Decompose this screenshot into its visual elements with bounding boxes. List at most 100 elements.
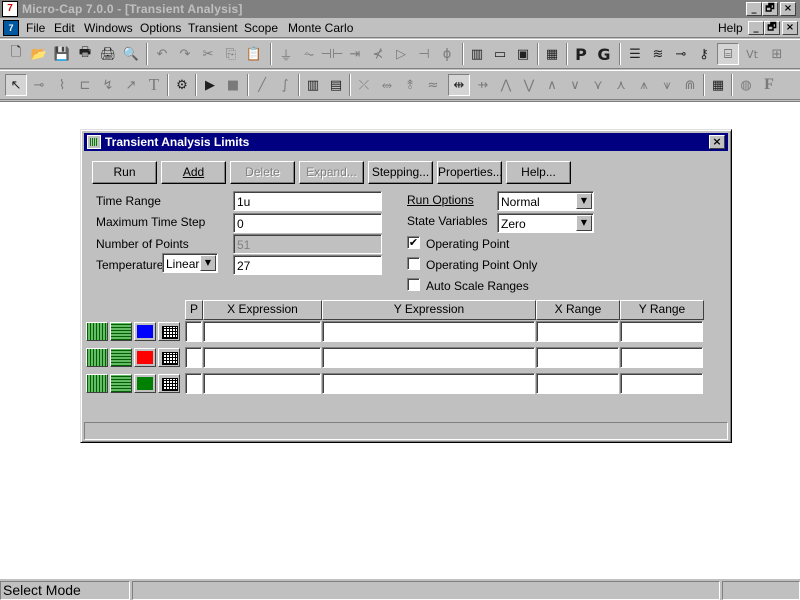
source-icon[interactable]: ɸ [436,43,458,65]
row2-y-range-cell[interactable] [620,347,703,368]
close-button[interactable]: × [780,2,796,16]
expand-button[interactable]: Expand... [299,161,364,184]
wire-mode-icon[interactable]: ⌇ [51,74,73,96]
doc-close-button[interactable]: × [782,21,798,35]
list-icon[interactable]: ☰ [624,43,646,65]
menu-scope[interactable]: Scope [244,21,278,35]
printer-icon[interactable]: 🖨 [97,43,119,65]
row3-x-expression-cell[interactable] [203,373,321,394]
operating-point-only-checkbox[interactable] [407,257,420,270]
header-y-range[interactable]: Y Range [620,300,704,320]
row1-p-cell[interactable] [185,321,202,342]
tool5-icon[interactable]: ⇹ [448,74,470,96]
curve-icon[interactable]: ∫ [274,74,296,96]
header-y-expression[interactable]: Y Expression [322,300,536,320]
delete-button[interactable]: Delete [230,161,295,184]
row2-log-y-button[interactable] [110,348,132,367]
row1-x-range-cell[interactable] [536,321,619,342]
tool9-icon[interactable]: ∧ [541,74,563,96]
tool14-icon[interactable]: ⩛ [656,74,678,96]
run-icon[interactable]: ▶ [199,74,221,96]
save-icon[interactable]: 💾 [51,43,73,65]
scope-icon[interactable]: ⌸ [717,43,739,65]
tool1-icon[interactable]: ⤫ [353,74,375,96]
temperature-field[interactable]: 27 [233,255,382,275]
tool13-icon[interactable]: ⩚ [633,74,655,96]
sphere-icon[interactable]: ◍ [735,74,757,96]
restore-button[interactable]: 🗗 [762,2,778,16]
row3-table-button[interactable] [158,374,180,393]
bus-mode-icon[interactable]: ⊏ [74,74,96,96]
dialog-close-button[interactable]: × [709,135,725,149]
state-variables-select[interactable]: Zero ▼ [497,213,594,233]
row3-x-range-cell[interactable] [536,373,619,394]
redo-icon[interactable]: ↷ [174,43,196,65]
app-icon[interactable]: 7 [2,1,18,17]
header-x-range[interactable]: X Range [536,300,620,320]
npn-icon[interactable]: ⊀ [367,43,389,65]
calculator-icon[interactable]: ▦ [541,43,563,65]
graph-icon[interactable]: G [593,43,615,65]
rows-icon[interactable]: ▥ [302,74,324,96]
tool6-icon[interactable]: ⇸ [472,74,494,96]
menu-monte-carlo[interactable]: Monte Carlo [288,21,353,35]
row1-table-button[interactable] [158,322,180,341]
menu-help[interactable]: Help [718,21,743,35]
panel-icon[interactable]: ⊞ [766,43,788,65]
window-icon[interactable]: ▭ [489,43,511,65]
row2-x-expression-cell[interactable] [203,347,321,368]
row2-y-expression-cell[interactable] [322,347,535,368]
row3-log-x-button[interactable] [86,374,108,393]
split-window-icon[interactable]: ▣ [512,43,534,65]
dialog-title-bar[interactable]: Transient Analysis Limits × [84,133,728,151]
row2-log-x-button[interactable] [86,348,108,367]
chevron-down-icon[interactable]: ▼ [200,255,216,271]
tool3-icon[interactable]: ⥉ [399,74,421,96]
time-range-field[interactable]: 1u [233,191,382,211]
vt-icon[interactable]: Vt [741,43,763,65]
header-x-expression[interactable]: X Expression [203,300,322,320]
key-icon[interactable]: ⚷ [693,43,715,65]
print-setup-icon[interactable]: 🖶 [74,43,96,65]
run-button[interactable]: Run [92,161,157,184]
row3-y-expression-cell[interactable] [322,373,535,394]
print-preview-icon[interactable]: 🔍 [120,43,142,65]
row1-y-range-cell[interactable] [620,321,703,342]
max-time-step-field[interactable]: 0 [233,213,382,233]
ground-icon[interactable]: ⏚ [275,43,297,65]
diagonal-wire-icon[interactable]: ↗ [120,74,142,96]
stepping-button[interactable]: Stepping... [368,161,433,184]
row1-color-button[interactable] [134,322,156,341]
tool4-icon[interactable]: ≈ [422,74,444,96]
diode-icon[interactable]: ⇥ [344,43,366,65]
tool2-icon[interactable]: ⥈ [376,74,398,96]
document-icon[interactable]: 7 [3,20,19,36]
menu-options[interactable]: Options [140,21,181,35]
component-mode-icon[interactable]: ⊸ [28,74,50,96]
cut-icon[interactable]: ✂ [197,43,219,65]
header-p[interactable]: P [185,300,203,320]
f-icon[interactable]: F [758,74,780,96]
row1-log-y-button[interactable] [110,322,132,341]
row1-x-expression-cell[interactable] [203,321,321,342]
tile-window-icon[interactable]: ▥ [466,43,488,65]
menu-transient[interactable]: Transient [188,21,238,35]
row2-table-button[interactable] [158,348,180,367]
row3-log-y-button[interactable] [110,374,132,393]
resistor-icon[interactable]: ⏦ [298,43,320,65]
probe-icon[interactable]: ⊸ [670,43,692,65]
minimize-button[interactable]: _ [746,2,762,16]
tool7-icon[interactable]: ⋀ [495,74,517,96]
open-file-icon[interactable]: 📂 [28,43,50,65]
row3-color-button[interactable] [134,374,156,393]
table-icon[interactable]: ▦ [707,74,729,96]
chevron-down-icon[interactable]: ▼ [576,193,592,209]
stop-icon[interactable]: ■ [222,74,244,96]
tool10-icon[interactable]: ∨ [564,74,586,96]
temperature-mode-select[interactable]: Linear ▼ [162,253,218,273]
auto-scale-checkbox[interactable] [407,278,420,291]
add-button[interactable]: Add [161,161,226,184]
row3-y-range-cell[interactable] [620,373,703,394]
tool12-icon[interactable]: ⋏ [610,74,632,96]
row2-x-range-cell[interactable] [536,347,619,368]
